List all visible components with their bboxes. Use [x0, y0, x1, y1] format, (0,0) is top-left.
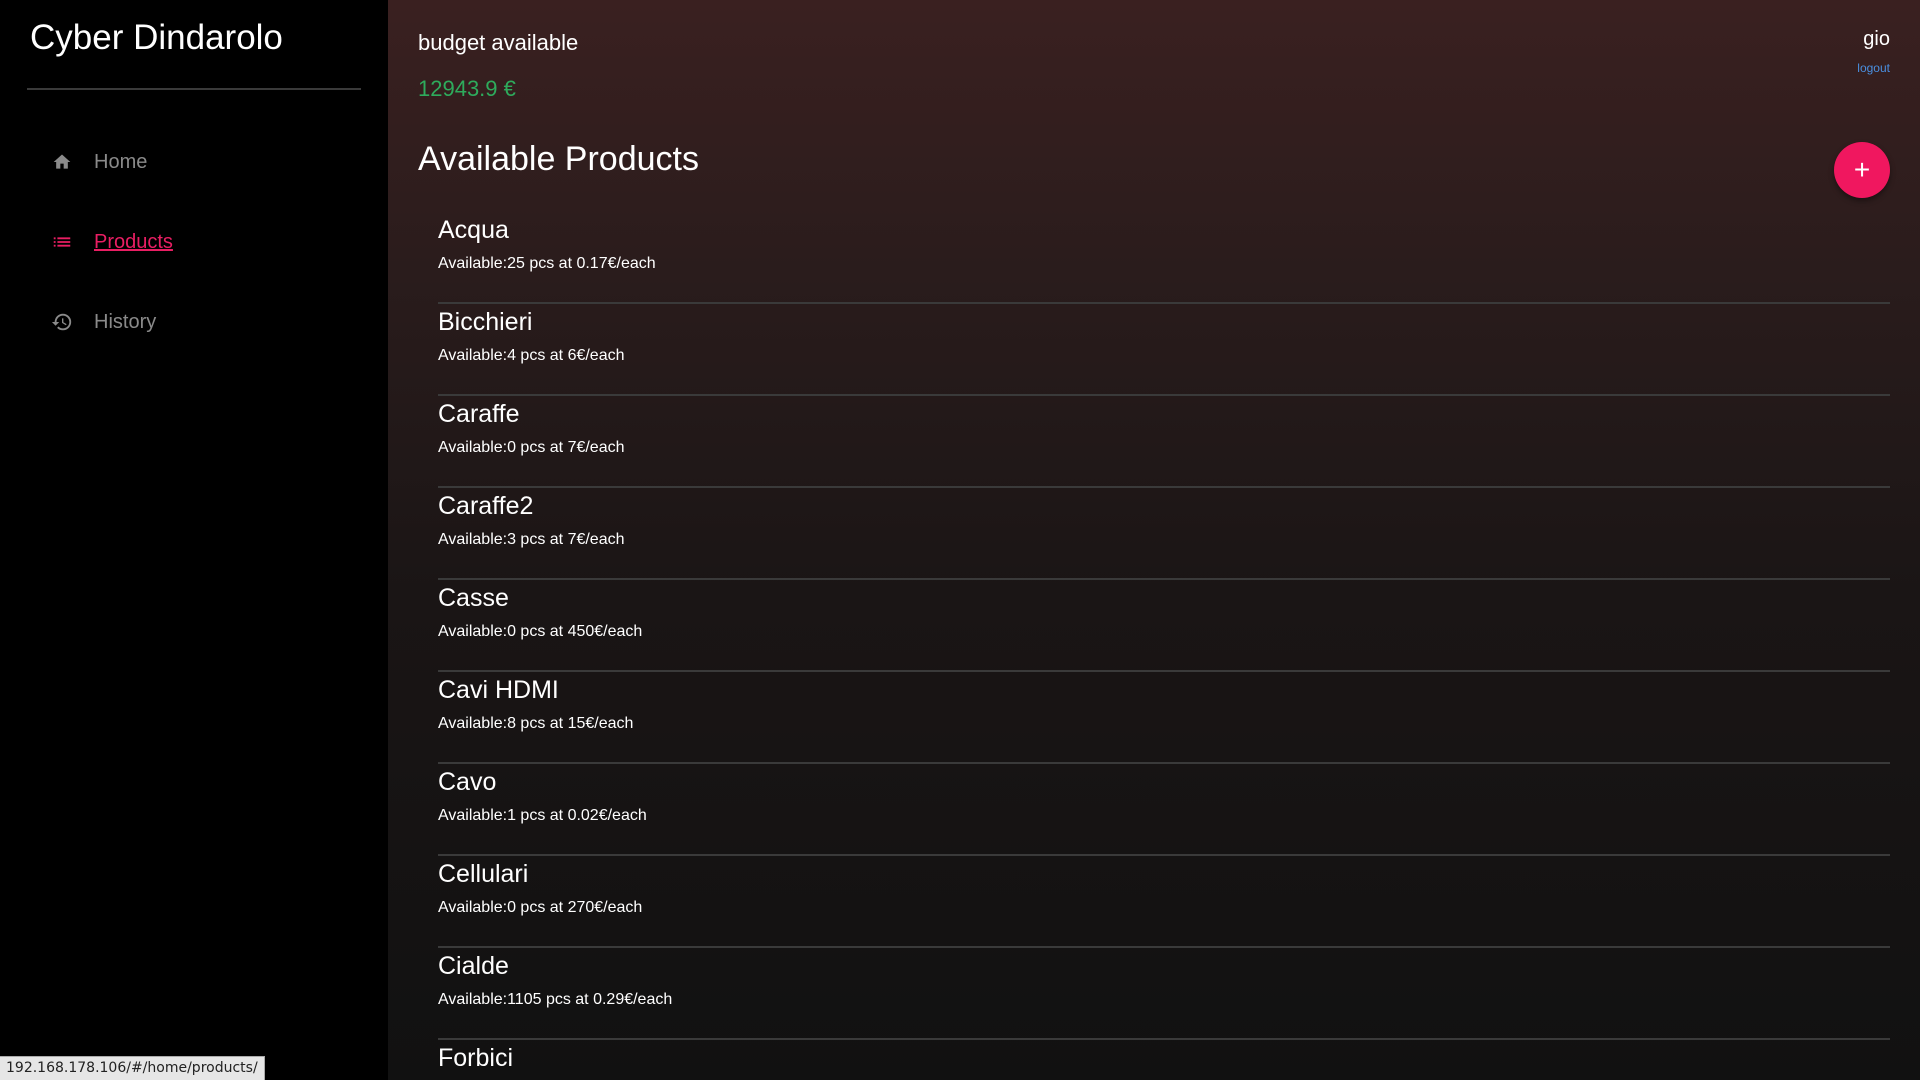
product-list: Acqua Available:25 pcs at 0.17€/each Bic…: [438, 212, 1890, 1080]
product-name: Cialde: [438, 952, 509, 980]
page-title: Available Products: [418, 140, 699, 178]
product-info: Available:4 pcs at 6€/each: [438, 347, 625, 364]
history-icon: [50, 310, 74, 334]
product-name: Cavi HDMI: [438, 676, 559, 704]
list-item[interactable]: Forbici: [438, 1040, 1890, 1080]
product-name: Caraffe2: [438, 492, 534, 520]
product-name: Cellulari: [438, 860, 529, 888]
list-item[interactable]: Acqua Available:25 pcs at 0.17€/each: [438, 212, 1890, 304]
home-icon: [50, 150, 74, 174]
sidebar-item-label: Home: [94, 150, 148, 173]
product-info: Available:3 pcs at 7€/each: [438, 531, 625, 548]
add-product-button[interactable]: +: [1834, 142, 1890, 198]
product-name: Bicchieri: [438, 308, 533, 336]
user-name: gio: [1863, 28, 1890, 50]
list-item[interactable]: Bicchieri Available:4 pcs at 6€/each: [438, 304, 1890, 396]
product-name: Caraffe: [438, 400, 520, 428]
list-item[interactable]: Cavi HDMI Available:8 pcs at 15€/each: [438, 672, 1890, 764]
sidebar-item-label: History: [94, 310, 157, 333]
sidebar-nav: Home Products History: [0, 130, 388, 370]
list-icon: [50, 230, 74, 254]
product-name: Cavo: [438, 768, 497, 796]
sidebar-item-label: Products: [94, 230, 173, 253]
status-bar-url: 192.168.178.106/#/home/products/: [0, 1056, 265, 1080]
list-item[interactable]: Cavo Available:1 pcs at 0.02€/each: [438, 764, 1890, 856]
logout-link[interactable]: logout: [1857, 61, 1890, 75]
list-item[interactable]: Caraffe Available:0 pcs at 7€/each: [438, 396, 1890, 488]
list-item[interactable]: Cellulari Available:0 pcs at 270€/each: [438, 856, 1890, 948]
product-info: Available:1 pcs at 0.02€/each: [438, 807, 647, 824]
brand-divider: [27, 88, 361, 90]
product-name: Forbici: [438, 1044, 514, 1072]
list-item[interactable]: Cialde Available:1105 pcs at 0.29€/each: [438, 948, 1890, 1040]
app-brand: Cyber Dindarolo: [30, 18, 283, 57]
main-content: budget available 12943.9 € gio logout Av…: [388, 0, 1920, 1080]
product-info: Available:0 pcs at 450€/each: [438, 623, 643, 640]
user-box: gio logout: [1857, 28, 1890, 75]
sidebar-item-history[interactable]: History: [0, 290, 388, 354]
list-item[interactable]: Casse Available:0 pcs at 450€/each: [438, 580, 1890, 672]
product-info: Available:0 pcs at 270€/each: [438, 899, 643, 916]
sidebar: Cyber Dindarolo Home Products History 19…: [0, 0, 388, 1080]
budget-label: budget available: [418, 30, 579, 55]
app-root: Cyber Dindarolo Home Products History 19…: [0, 0, 1920, 1080]
product-name: Acqua: [438, 216, 509, 244]
product-info: Available:25 pcs at 0.17€/each: [438, 255, 656, 272]
plus-icon: +: [1853, 154, 1871, 185]
sidebar-item-home[interactable]: Home: [0, 130, 388, 194]
budget-value: 12943.9 €: [418, 76, 516, 101]
product-info: Available:0 pcs at 7€/each: [438, 439, 625, 456]
product-info: Available:8 pcs at 15€/each: [438, 715, 634, 732]
product-name: Casse: [438, 584, 509, 612]
sidebar-item-products[interactable]: Products: [0, 210, 388, 274]
list-item[interactable]: Caraffe2 Available:3 pcs at 7€/each: [438, 488, 1890, 580]
product-info: Available:1105 pcs at 0.29€/each: [438, 991, 673, 1008]
